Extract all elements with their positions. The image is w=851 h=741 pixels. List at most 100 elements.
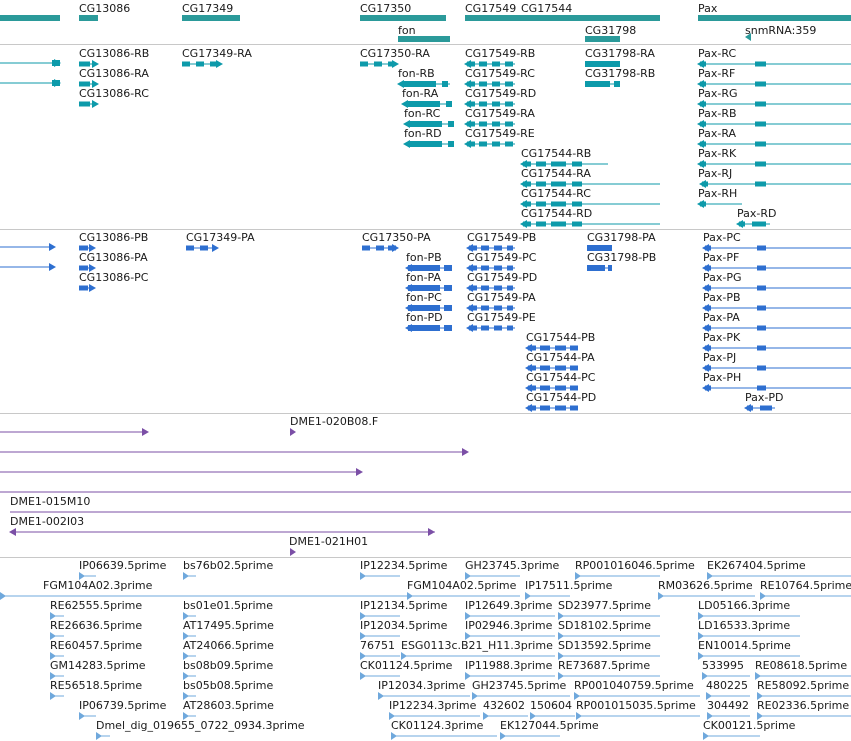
transcript-label[interactable]: CG17350-RA	[360, 47, 430, 60]
est-label[interactable]: bs01e01.5prime	[183, 599, 273, 612]
gene-bar[interactable]	[698, 15, 851, 21]
protein-exon[interactable]	[705, 365, 711, 371]
est-glyph[interactable]	[558, 655, 660, 657]
est-glyph[interactable]	[703, 735, 760, 737]
transcript-label[interactable]: CG17544-RC	[521, 187, 591, 200]
protein-exon[interactable]	[757, 245, 766, 251]
transcript-exon[interactable]	[492, 141, 500, 147]
protein-glyph[interactable]	[703, 287, 851, 289]
transcript-label[interactable]: CG17549-RC	[465, 67, 535, 80]
protein-exon[interactable]	[362, 245, 370, 251]
protein-glyph[interactable]	[0, 246, 55, 248]
est-label[interactable]: ESG0113c.B21_H11.3prime	[401, 639, 553, 652]
est-label[interactable]: RP001040759.5prime	[574, 679, 694, 692]
transcript-label[interactable]: CG13086-RA	[79, 67, 149, 80]
protein-label[interactable]: fon-PA	[406, 271, 441, 284]
est-glyph[interactable]	[757, 695, 851, 697]
transcript-exon[interactable]	[700, 141, 706, 147]
est-glyph[interactable]	[698, 615, 800, 617]
transcript-exon[interactable]	[467, 101, 475, 107]
est-label[interactable]: SD18102.5prime	[558, 619, 651, 632]
gene-label[interactable]: CG31798	[585, 24, 636, 37]
protein-exon[interactable]	[705, 325, 711, 331]
protein-exon[interactable]	[540, 385, 550, 391]
protein-exon[interactable]	[507, 325, 513, 331]
est-label[interactable]: RE60457.5prime	[50, 639, 142, 652]
est-label[interactable]: RP001016046.5prime	[575, 559, 695, 572]
protein-exon[interactable]	[705, 245, 711, 251]
est-label[interactable]: RE58092.5prime	[757, 679, 849, 692]
protein-glyph[interactable]	[703, 307, 851, 309]
clone-glyph-arrow[interactable]	[290, 548, 296, 556]
protein-exon[interactable]	[494, 325, 502, 331]
transcript-label[interactable]: fon-RD	[404, 127, 442, 140]
transcript-label[interactable]: fon-RB	[398, 67, 435, 80]
est-label[interactable]: RE56518.5prime	[50, 679, 142, 692]
protein-exon[interactable]	[705, 385, 711, 391]
gene-label[interactable]: snmRNA:359	[745, 24, 816, 37]
protein-exon[interactable]	[507, 305, 513, 311]
clone-label[interactable]: DME1-020B08.F	[290, 415, 378, 428]
transcript-label[interactable]: CG17549-RE	[465, 127, 535, 140]
est-glyph[interactable]	[389, 715, 480, 717]
protein-exon[interactable]	[444, 325, 452, 331]
protein-exon[interactable]	[469, 325, 477, 331]
transcript-exon[interactable]	[505, 141, 513, 147]
clone-label[interactable]: DME1-002I03	[10, 515, 84, 528]
est-glyph-arrow[interactable]	[703, 732, 709, 740]
transcript-label[interactable]: fon-RA	[402, 87, 438, 100]
gene-label[interactable]: CG17544	[521, 2, 572, 15]
protein-exon[interactable]	[555, 345, 566, 351]
est-glyph[interactable]	[707, 575, 851, 577]
protein-label[interactable]: fon-PD	[406, 311, 443, 324]
protein-exon[interactable]	[555, 385, 566, 391]
transcript-label[interactable]: CG31798-RB	[585, 67, 655, 80]
transcript-label[interactable]: Pax-RK	[698, 147, 736, 160]
est-label[interactable]: RP001015035.5prime	[576, 699, 696, 712]
est-glyph-arrow[interactable]	[378, 692, 384, 700]
protein-exon[interactable]	[494, 265, 502, 271]
gene-label[interactable]: CG17350	[360, 2, 411, 15]
protein-exon[interactable]	[570, 365, 578, 371]
protein-exon[interactable]	[481, 285, 489, 291]
est-label[interactable]: EK127044.5prime	[500, 719, 599, 732]
transcript-label[interactable]: CG17349-RA	[182, 47, 252, 60]
est-label[interactable]: EK267404.5prime	[707, 559, 806, 572]
protein-exon[interactable]	[757, 265, 766, 271]
transcript-exon[interactable]	[523, 201, 531, 207]
transcript-exon[interactable]	[360, 61, 368, 67]
transcript-exon[interactable]	[492, 81, 500, 87]
protein-exon[interactable]	[507, 285, 513, 291]
est-glyph-arrow[interactable]	[96, 732, 102, 740]
protein-exon[interactable]	[540, 405, 550, 411]
transcript-exon[interactable]	[700, 201, 706, 207]
est-label[interactable]: IP11988.3prime	[465, 659, 552, 672]
transcript-exon[interactable]	[700, 81, 706, 87]
protein-exon[interactable]	[200, 245, 208, 251]
est-glyph-arrow[interactable]	[0, 592, 6, 600]
transcript-exon[interactable]	[700, 101, 706, 107]
transcript-exon[interactable]	[479, 61, 487, 67]
clone-glyph[interactable]	[10, 531, 435, 533]
protein-exon[interactable]	[705, 265, 711, 271]
est-label[interactable]: bs76b02.5prime	[183, 559, 273, 572]
est-label[interactable]: RM03626.5prime	[658, 579, 753, 592]
est-label[interactable]: 432602	[483, 699, 525, 712]
transcript-exon[interactable]	[505, 81, 513, 87]
transcript-label[interactable]: CG17549-RD	[465, 87, 536, 100]
gene-label[interactable]: Pax	[698, 2, 717, 15]
clone-glyph[interactable]	[0, 471, 362, 473]
protein-exon[interactable]	[481, 265, 489, 271]
transcript-exon[interactable]	[467, 121, 475, 127]
protein-exon[interactable]	[388, 245, 396, 251]
transcript-label[interactable]: Pax-RF	[698, 67, 735, 80]
est-label[interactable]: bs08b09.5prime	[183, 659, 273, 672]
transcript-exon[interactable]	[551, 161, 566, 167]
transcript-exon[interactable]	[523, 161, 531, 167]
protein-label[interactable]: CG13086-PC	[79, 271, 148, 284]
protein-label[interactable]: CG17349-PA	[186, 231, 255, 244]
est-label[interactable]: RE26636.5prime	[50, 619, 142, 632]
transcript-exon[interactable]	[446, 101, 452, 107]
est-glyph[interactable]	[391, 735, 497, 737]
protein-glyph[interactable]	[703, 267, 851, 269]
